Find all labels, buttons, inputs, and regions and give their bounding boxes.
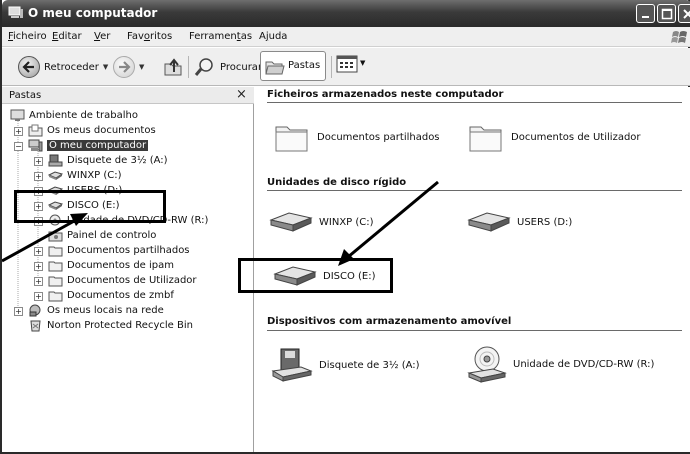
annotation-arrowhead-left <box>70 213 88 226</box>
annotation-arrow-right <box>347 180 439 259</box>
annotation-arrows <box>2 180 439 266</box>
annotation-arrowhead-right <box>338 249 354 266</box>
annotation-arrow-left <box>2 218 77 263</box>
explorer-window: O meu computador Ficheiro Editar Ver Fav… <box>0 0 690 454</box>
